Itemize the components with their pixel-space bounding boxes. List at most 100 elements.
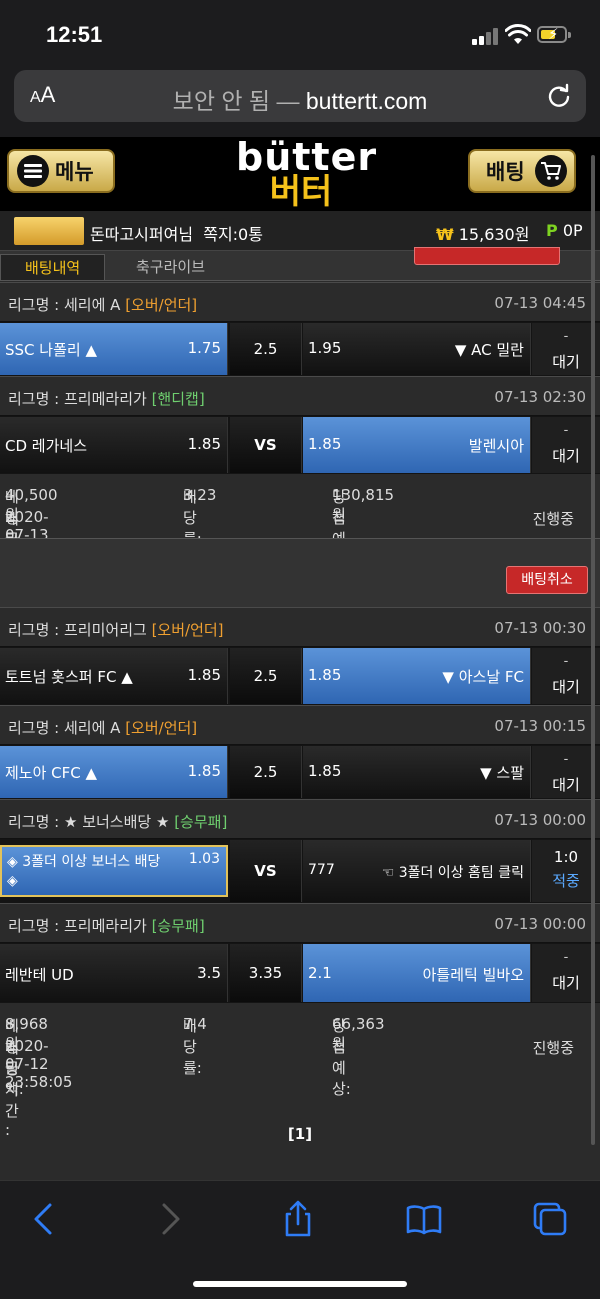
- home-pick[interactable]: 토트넘 홋스퍼 FC ▲ 1.85: [0, 648, 228, 704]
- away-pick[interactable]: 1.95 ▼ AC 밀란: [303, 323, 531, 375]
- ios-status-bar: 12:51 ⚡: [0, 0, 600, 66]
- game-time: 07-13 00:15: [494, 717, 586, 735]
- away-team: ☜ 3폴더 이상 홈팀 클릭: [381, 865, 524, 881]
- market-type: [핸디캡]: [151, 390, 205, 408]
- game-row: SSC 나폴리 ▲ 1.75 2.5 1.95 ▼ AC 밀란 - 대기: [0, 322, 600, 376]
- reload-icon[interactable]: [546, 82, 572, 108]
- line-value: 2.5: [230, 323, 302, 375]
- address-bar[interactable]: AA 보안 안 됨 — buttertt.com: [14, 70, 586, 122]
- share-icon[interactable]: [278, 1199, 318, 1239]
- league-name: 리그명 : 세리에 A [오버/언더]: [8, 719, 198, 737]
- messages-count[interactable]: 쪽지:0통: [203, 225, 263, 244]
- site-header: 메뉴 bütter 버터 배팅: [0, 137, 600, 211]
- forward-icon[interactable]: [150, 1199, 190, 1239]
- home-team-line2: ◈: [7, 873, 18, 889]
- score: 1:0: [553, 848, 579, 866]
- bet-progress: 진행중: [532, 510, 574, 528]
- bet-summary: 베팅금액: 40,500원 배당률: 3.23 당첨예상: 130,815원 배…: [0, 474, 600, 610]
- home-pick[interactable]: 레반테 UD 3.5: [0, 944, 228, 1002]
- battery-icon: ⚡: [537, 26, 571, 43]
- home-odd: 1.03: [188, 851, 220, 867]
- home-pick[interactable]: 제노아 CFC ▲ 1.85: [0, 746, 228, 798]
- league-name: 리그명 : 프리미어리그 [오버/언더]: [8, 621, 224, 639]
- away-pick[interactable]: 2.1 아틀레틱 빌바오: [303, 944, 531, 1002]
- site-logo[interactable]: bütter 버터: [236, 138, 376, 209]
- league-header: 리그명 : 세리에 A [오버/언더] 07-13 00:15: [0, 705, 600, 745]
- league-header: 리그명 : 프리메라리가 [핸디캡] 07-13 02:30: [0, 376, 600, 416]
- menu-button[interactable]: 메뉴: [7, 149, 115, 193]
- tab-bet-history[interactable]: 배팅내역: [0, 254, 106, 280]
- bookmarks-icon[interactable]: [404, 1199, 444, 1239]
- wifi-icon: [505, 24, 531, 44]
- game-status: - 대기: [532, 746, 600, 798]
- game-row: 토트넘 홋스퍼 FC ▲ 1.85 2.5 1.85 ▼ 아스날 FC - 대기: [0, 647, 600, 705]
- menu-label: 메뉴: [55, 160, 94, 184]
- bet-slip-2: 배팅취소 리그명 : 프리미어리그 [오버/언더] 07-13 00:30 토트…: [0, 558, 600, 1139]
- home-team: SSC 나폴리 ▲: [5, 341, 97, 359]
- scrollbar[interactable]: [591, 155, 595, 1145]
- domain-label: buttertt.com: [305, 88, 428, 114]
- away-pick[interactable]: 1.85 발렌시아: [303, 417, 531, 473]
- tab-soccer-live[interactable]: 축구라이브: [112, 254, 229, 280]
- point-icon: P: [546, 221, 558, 240]
- points-value: 0P: [562, 221, 583, 240]
- bet-summary: 베팅금액: 8,968원 배당률: 7.4 당첨예상: 66,363원 배팅시간…: [0, 1003, 600, 1139]
- away-odd: 1.95: [308, 339, 342, 357]
- away-pick[interactable]: 777 ☜ 3폴더 이상 홈팀 클릭: [303, 840, 531, 902]
- home-pick[interactable]: ◈ 3폴더 이상 보너스 배당 ◈ 1.03: [0, 845, 228, 897]
- home-pick[interactable]: SSC 나폴리 ▲ 1.75: [0, 323, 228, 375]
- game-time: 07-13 04:45: [494, 294, 586, 312]
- hamburger-icon: [17, 155, 49, 187]
- cancel-bet-button[interactable]: 배팅취소: [506, 566, 588, 594]
- away-pick[interactable]: 1.85 ▼ 아스날 FC: [303, 648, 531, 704]
- league-header: 리그명 : 프리메라리가 [승무패] 07-13 00:00: [0, 903, 600, 943]
- user-level-badge: [14, 217, 84, 245]
- away-odd: 1.85: [308, 762, 342, 780]
- league-name: 리그명 : 프리메라리가 [핸디캡]: [8, 390, 205, 408]
- score: -: [563, 423, 569, 438]
- line-value: 2.5: [230, 648, 302, 704]
- back-icon[interactable]: [24, 1199, 64, 1239]
- line-value: 3.35: [230, 944, 302, 1002]
- web-content: 메뉴 bütter 버터 배팅 돈따고시퍼여님 쪽지:0통 ₩ 15,630원 …: [0, 137, 600, 1180]
- tabs-icon[interactable]: [530, 1199, 570, 1239]
- clock: 12:51: [46, 22, 103, 47]
- league-header: 리그명 : ★ 보너스배당 ★ [승무패] 07-13 00:00: [0, 799, 600, 839]
- pagination-page-1[interactable]: [1]: [0, 1125, 600, 1143]
- home-team: 제노아 CFC ▲: [5, 764, 98, 782]
- home-odd: 1.85: [187, 435, 221, 453]
- balance-value: 15,630원: [458, 225, 530, 244]
- away-team: ▼ AC 밀란: [454, 341, 524, 359]
- url-text[interactable]: 보안 안 됨 — buttertt.com: [14, 82, 586, 116]
- status-text: 대기: [552, 353, 580, 371]
- home-odd: 3.5: [197, 964, 221, 982]
- league-header: 리그명 : 프리미어리그 [오버/언더] 07-13 00:30: [0, 607, 600, 647]
- game-status: - 대기: [532, 417, 600, 473]
- username-and-messages[interactable]: 돈따고시퍼여님 쪽지:0통: [90, 221, 263, 245]
- game-time: 07-13 00:00: [494, 915, 586, 933]
- delete-all-button[interactable]: [414, 247, 560, 265]
- bet-progress: 진행중: [532, 1039, 574, 1057]
- home-team: ◈ 3폴더 이상 보너스 배당: [7, 854, 161, 870]
- balance: ₩ 15,630원: [436, 221, 529, 245]
- score: -: [563, 329, 569, 344]
- insecure-label: 보안 안 됨 —: [172, 88, 300, 114]
- slip-actions: 배팅취소: [0, 558, 600, 607]
- user-info-bar: 돈따고시퍼여님 쪽지:0통 ₩ 15,630원 P 0P: [0, 211, 600, 251]
- line-value: 2.5: [230, 746, 302, 798]
- home-odd: 1.75: [187, 339, 221, 357]
- tab-bar: 배팅내역 축구라이브: [0, 247, 600, 281]
- game-time: 07-13 00:00: [494, 811, 586, 829]
- points: P 0P: [546, 221, 583, 240]
- away-pick[interactable]: 1.85 ▼ 스팔: [303, 746, 531, 798]
- home-indicator: [193, 1281, 407, 1287]
- score: -: [563, 950, 569, 965]
- league-name: 리그명 : ★ 보너스배당 ★ [승무패]: [8, 813, 228, 831]
- game-status: - 대기: [532, 648, 600, 704]
- game-row: 레반테 UD 3.5 3.35 2.1 아틀레틱 빌바오 - 대기: [0, 943, 600, 1003]
- status-text: 적중: [552, 872, 580, 890]
- home-pick[interactable]: CD 레가네스 1.85: [0, 417, 228, 473]
- bet-slip-button[interactable]: 배팅: [468, 149, 576, 193]
- score: -: [563, 654, 569, 669]
- away-team: ▼ 스팔: [480, 764, 524, 782]
